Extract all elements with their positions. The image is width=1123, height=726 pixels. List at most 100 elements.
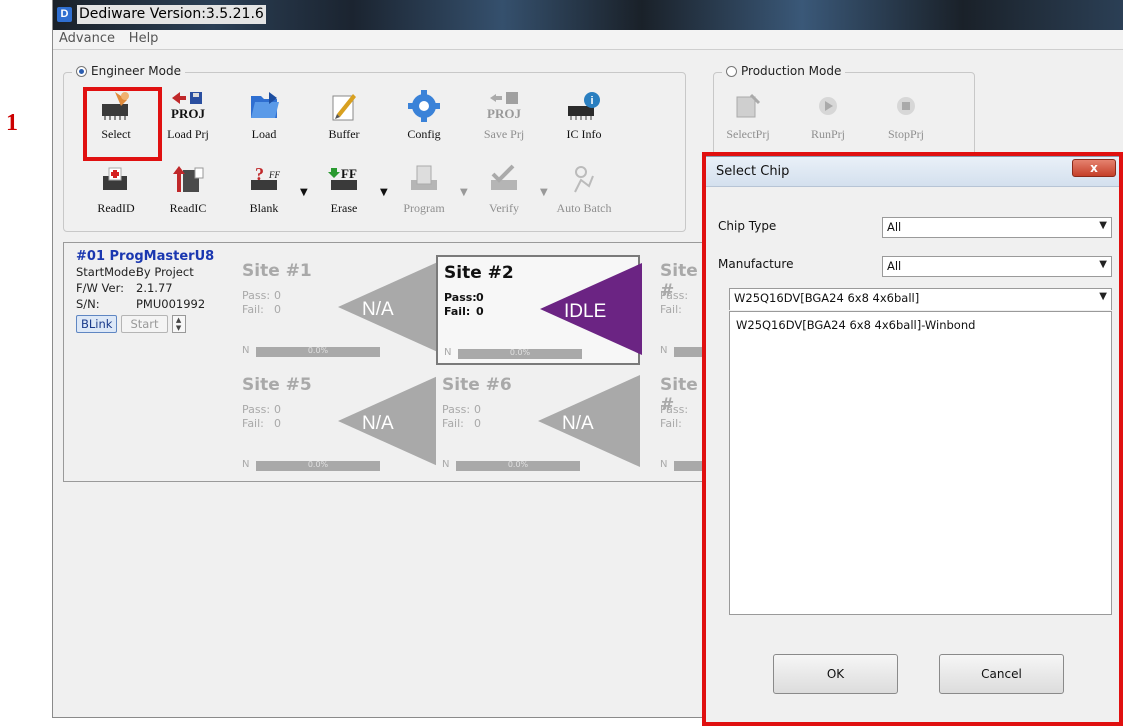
erase-icon: FF [326, 163, 362, 197]
stop-prj-button[interactable]: StopPrj [874, 85, 938, 149]
fail-label: Fail: [660, 303, 682, 316]
ff-text: FF [268, 170, 280, 180]
read-ic-icon [170, 163, 206, 197]
buffer-button[interactable]: Buffer [312, 85, 376, 149]
site-card-5[interactable]: Site #5 Pass: 0 Fail: 0 N/A N 0.0% [236, 369, 440, 479]
program-icon [406, 163, 442, 197]
pass-label: Pass: [660, 289, 689, 302]
ic-info-button[interactable]: i IC Info [552, 85, 616, 149]
save-prj-button[interactable]: PROJ Save Prj [472, 85, 536, 149]
serial-value: PMU001992 [136, 297, 206, 311]
stop-icon [888, 89, 924, 123]
start-mode-value: By Project [136, 265, 194, 279]
site-status: N/A [362, 413, 394, 434]
menu-advance[interactable]: Advance [53, 30, 119, 46]
ic-info-label: IC Info [566, 127, 602, 141]
site-fail: Fail: [660, 417, 682, 430]
load-label: Load [251, 127, 277, 141]
site-card-1[interactable]: Site #1 Pass: 0 Fail: 0 N/A N 0.0% [236, 255, 440, 365]
verify-icon [486, 163, 522, 197]
production-mode-radio[interactable]: Production Mode [722, 64, 846, 78]
radio-unchecked-icon [726, 65, 737, 77]
read-id-icon [98, 163, 134, 197]
site-fail: Fail: 0 [242, 417, 281, 430]
program-dropdown-icon[interactable]: ▼ [460, 187, 468, 198]
svg-text:i: i [590, 95, 593, 107]
programmer-info: #01 ProgMasterU8 StartMode:By Project F/… [76, 249, 226, 333]
verify-label: Verify [489, 201, 519, 215]
site-card-6[interactable]: Site #6 Pass: 0 Fail: 0 N/A N 0.0% [436, 369, 640, 479]
blank-label: Blank [249, 201, 279, 215]
pass-label: Pass: [660, 403, 689, 416]
title-bar: D Dediware Version:3.5.21.6 [53, 0, 1123, 30]
menu-bar: Advance Help [53, 30, 1123, 50]
start-button[interactable]: Start [121, 315, 168, 333]
fail-label: Fail: [444, 305, 471, 318]
site-card-2[interactable]: Site #2 Pass: 0 Fail: 0 IDLE N 0.0% [436, 255, 642, 365]
site-progress: 0.0% [307, 346, 329, 355]
fail-label: Fail: [660, 417, 682, 430]
site-bar-prefix: N [660, 345, 668, 356]
config-label: Config [407, 127, 441, 141]
proj-text: PROJ [487, 106, 521, 121]
site-progress: 0.0% [509, 348, 531, 357]
run-prj-label: RunPrj [810, 127, 845, 141]
pass-label: Pass: [444, 291, 477, 304]
site-bar-prefix: N [242, 459, 250, 470]
site-progress-bar: 0.0% [256, 460, 380, 471]
site-progress-bar: 0.0% [458, 348, 582, 359]
fw-version-row: F/W Ver: 2.1.77 [76, 280, 226, 296]
engineer-mode-label: Engineer Mode [91, 64, 181, 78]
blink-button[interactable]: BLink [76, 315, 118, 333]
serial-row: S/N: PMU001992 [76, 296, 226, 312]
site-fail: Fail: [660, 303, 682, 316]
pass-value: 0 [274, 403, 281, 416]
stop-prj-label: StopPrj [887, 127, 924, 141]
dialog-highlight-box [702, 152, 1123, 726]
site-status: N/A [562, 413, 594, 434]
save-prj-label: Save Prj [483, 127, 525, 141]
auto-batch-label: Auto Batch [556, 201, 612, 215]
fail-label: Fail: [242, 303, 264, 316]
read-ic-button[interactable]: ReadIC [156, 159, 220, 223]
radio-checked-icon [76, 65, 87, 77]
auto-batch-button[interactable]: Auto Batch [552, 159, 616, 223]
ff-text: FF [341, 166, 357, 181]
load-button[interactable]: Load [232, 85, 296, 149]
config-button[interactable]: Config [392, 85, 456, 149]
read-id-button[interactable]: ReadID [84, 159, 148, 223]
run-prj-button[interactable]: RunPrj [796, 85, 860, 149]
pass-value: 0 [274, 289, 281, 302]
read-ic-label: ReadIC [169, 201, 207, 215]
open-folder-icon [246, 89, 282, 123]
select-project-icon [730, 89, 766, 123]
site-fail: Fail: 0 [444, 305, 484, 318]
fw-version-value: 2.1.77 [136, 281, 173, 295]
start-mode-key: StartMode: [76, 265, 140, 279]
select-highlight-box [83, 87, 162, 161]
engineer-mode-radio[interactable]: Engineer Mode [72, 64, 185, 78]
program-label: Program [403, 201, 445, 215]
verify-button[interactable]: Verify [472, 159, 536, 223]
select-prj-button[interactable]: SelectPrj [716, 85, 780, 149]
blank-check-icon: ? FF [246, 163, 282, 197]
spin-updown-icon[interactable]: ▲ ▼ [171, 315, 186, 333]
site-name: Site #2 [444, 263, 514, 283]
program-button[interactable]: Program [392, 159, 456, 223]
verify-dropdown-icon[interactable]: ▼ [540, 187, 548, 198]
window-title: Dediware Version:3.5.21.6 [77, 5, 266, 24]
erase-button[interactable]: FF Erase [312, 159, 376, 223]
load-prj-button[interactable]: PROJ Load Prj [156, 85, 220, 149]
site-bar-prefix: N [442, 459, 450, 470]
erase-label: Erase [330, 201, 358, 215]
pass-value: 0 [474, 403, 481, 416]
annotation-step-1: 1 [6, 110, 18, 136]
site-name: Site #5 [242, 375, 312, 395]
site-pass: Pass: [660, 289, 688, 302]
blank-dropdown-icon[interactable]: ▼ [300, 187, 308, 198]
site-status: IDLE [564, 301, 607, 322]
site-progress: 0.0% [507, 460, 529, 469]
blank-button[interactable]: ? FF Blank [232, 159, 296, 223]
erase-dropdown-icon[interactable]: ▼ [380, 187, 388, 198]
menu-help[interactable]: Help [123, 30, 163, 46]
